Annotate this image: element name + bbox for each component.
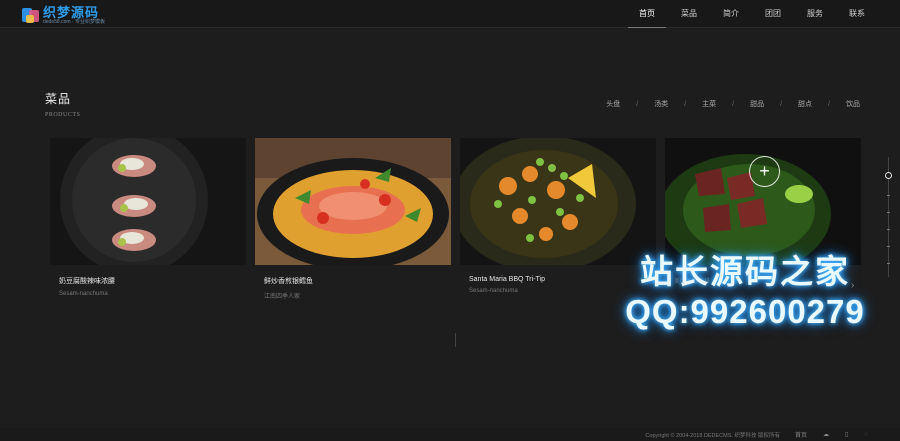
product-card[interactable]: + 美国肋眼牛排 [665, 138, 861, 285]
product-photo[interactable] [50, 138, 246, 265]
product-photo[interactable]: + [665, 138, 861, 265]
product-photo[interactable] [255, 138, 451, 265]
section-heading: 菜品 PRODUCTS [45, 90, 80, 118]
nav-item-dishes[interactable]: 菜品 [668, 0, 710, 28]
scroll-indicator-dot[interactable] [885, 172, 892, 179]
filter-dessert[interactable]: 甜品 [750, 99, 764, 109]
nav-item-home[interactable]: 首页 [626, 0, 668, 28]
product-card[interactable]: 鲜炒香煎银鳕鱼 江南四季人家 [255, 138, 451, 300]
top-navbar: 织梦源码 dede58.com · 专业织梦模板 首页 菜品 简介 团团 服务 … [0, 0, 900, 28]
product-desc: Sesam-nanchuma [469, 288, 518, 294]
footer-links: 首页 ☁ ▯ ◌ [795, 430, 884, 440]
section-subtitle: PRODUCTS [45, 112, 81, 118]
rail-tick [887, 263, 890, 264]
product-card[interactable]: 奶豆腐酸辣味浓腰 Sesam-nanchuma [50, 138, 246, 297]
nav-item-contact[interactable]: 联系 [836, 0, 878, 28]
rail-tick [887, 229, 890, 230]
filter-drinks[interactable]: 饮品 [846, 99, 860, 109]
section-title: 菜品 [45, 92, 72, 106]
product-name[interactable]: Santa Maria BBQ Tri-Tip [469, 276, 656, 283]
plus-icon[interactable]: + [749, 156, 780, 187]
site-logo[interactable]: 织梦源码 dede58.com · 专业织梦模板 [22, 5, 105, 25]
phone-icon[interactable]: ▯ [845, 431, 848, 438]
logo-subtitle: dede58.com · 专业织梦模板 [43, 18, 105, 25]
product-desc: 美国肋眼牛排 [674, 279, 711, 285]
product-name[interactable]: 奶豆腐酸辣味浓腰 [59, 276, 246, 286]
rail-tick [887, 195, 890, 196]
nav-item-team[interactable]: 团团 [752, 0, 794, 28]
nav-item-service[interactable]: 服务 [794, 0, 836, 28]
filter-starter[interactable]: 头盘 [606, 99, 620, 109]
filter-soup[interactable]: 汤类 [654, 99, 668, 109]
product-name[interactable]: 鲜炒香煎银鳕鱼 [264, 276, 451, 286]
product-desc: 江南四季人家 [264, 294, 301, 300]
rail-tick [887, 246, 890, 247]
rail-tick [887, 212, 890, 213]
product-card[interactable]: Santa Maria BBQ Tri-Tip Sesam-nanchuma [460, 138, 656, 294]
divider [455, 333, 456, 347]
nav-item-about[interactable]: 简介 [710, 0, 752, 28]
logo-title: 织梦源码 [43, 4, 100, 20]
product-photo[interactable] [460, 138, 656, 265]
product-desc: Sesam-nanchuma [59, 291, 108, 297]
chevron-right-icon[interactable]: › [851, 280, 854, 291]
filter-sweets[interactable]: 甜点 [798, 99, 812, 109]
filter-main[interactable]: 主菜 [702, 99, 716, 109]
copyright-text: Copyright © 2004-2018 DEDECMS. 织梦科技 版权所有 [645, 433, 780, 439]
footer-link-home[interactable]: 首页 [795, 430, 807, 439]
logo-icon [22, 6, 40, 24]
category-filters: 头盘 / 汤类 / 主菜 / 甜品 / 甜点 / 饮品 [606, 99, 860, 109]
product-carousel: 奶豆腐酸辣味浓腰 Sesam-nanchuma 鲜炒香煎银鳕鱼 江南四季人家 S… [50, 138, 861, 318]
main-nav: 首页 菜品 简介 团团 服务 联系 [626, 0, 878, 28]
weibo-icon[interactable]: ☁ [823, 431, 829, 438]
chat-icon[interactable]: ◌ [864, 432, 868, 438]
